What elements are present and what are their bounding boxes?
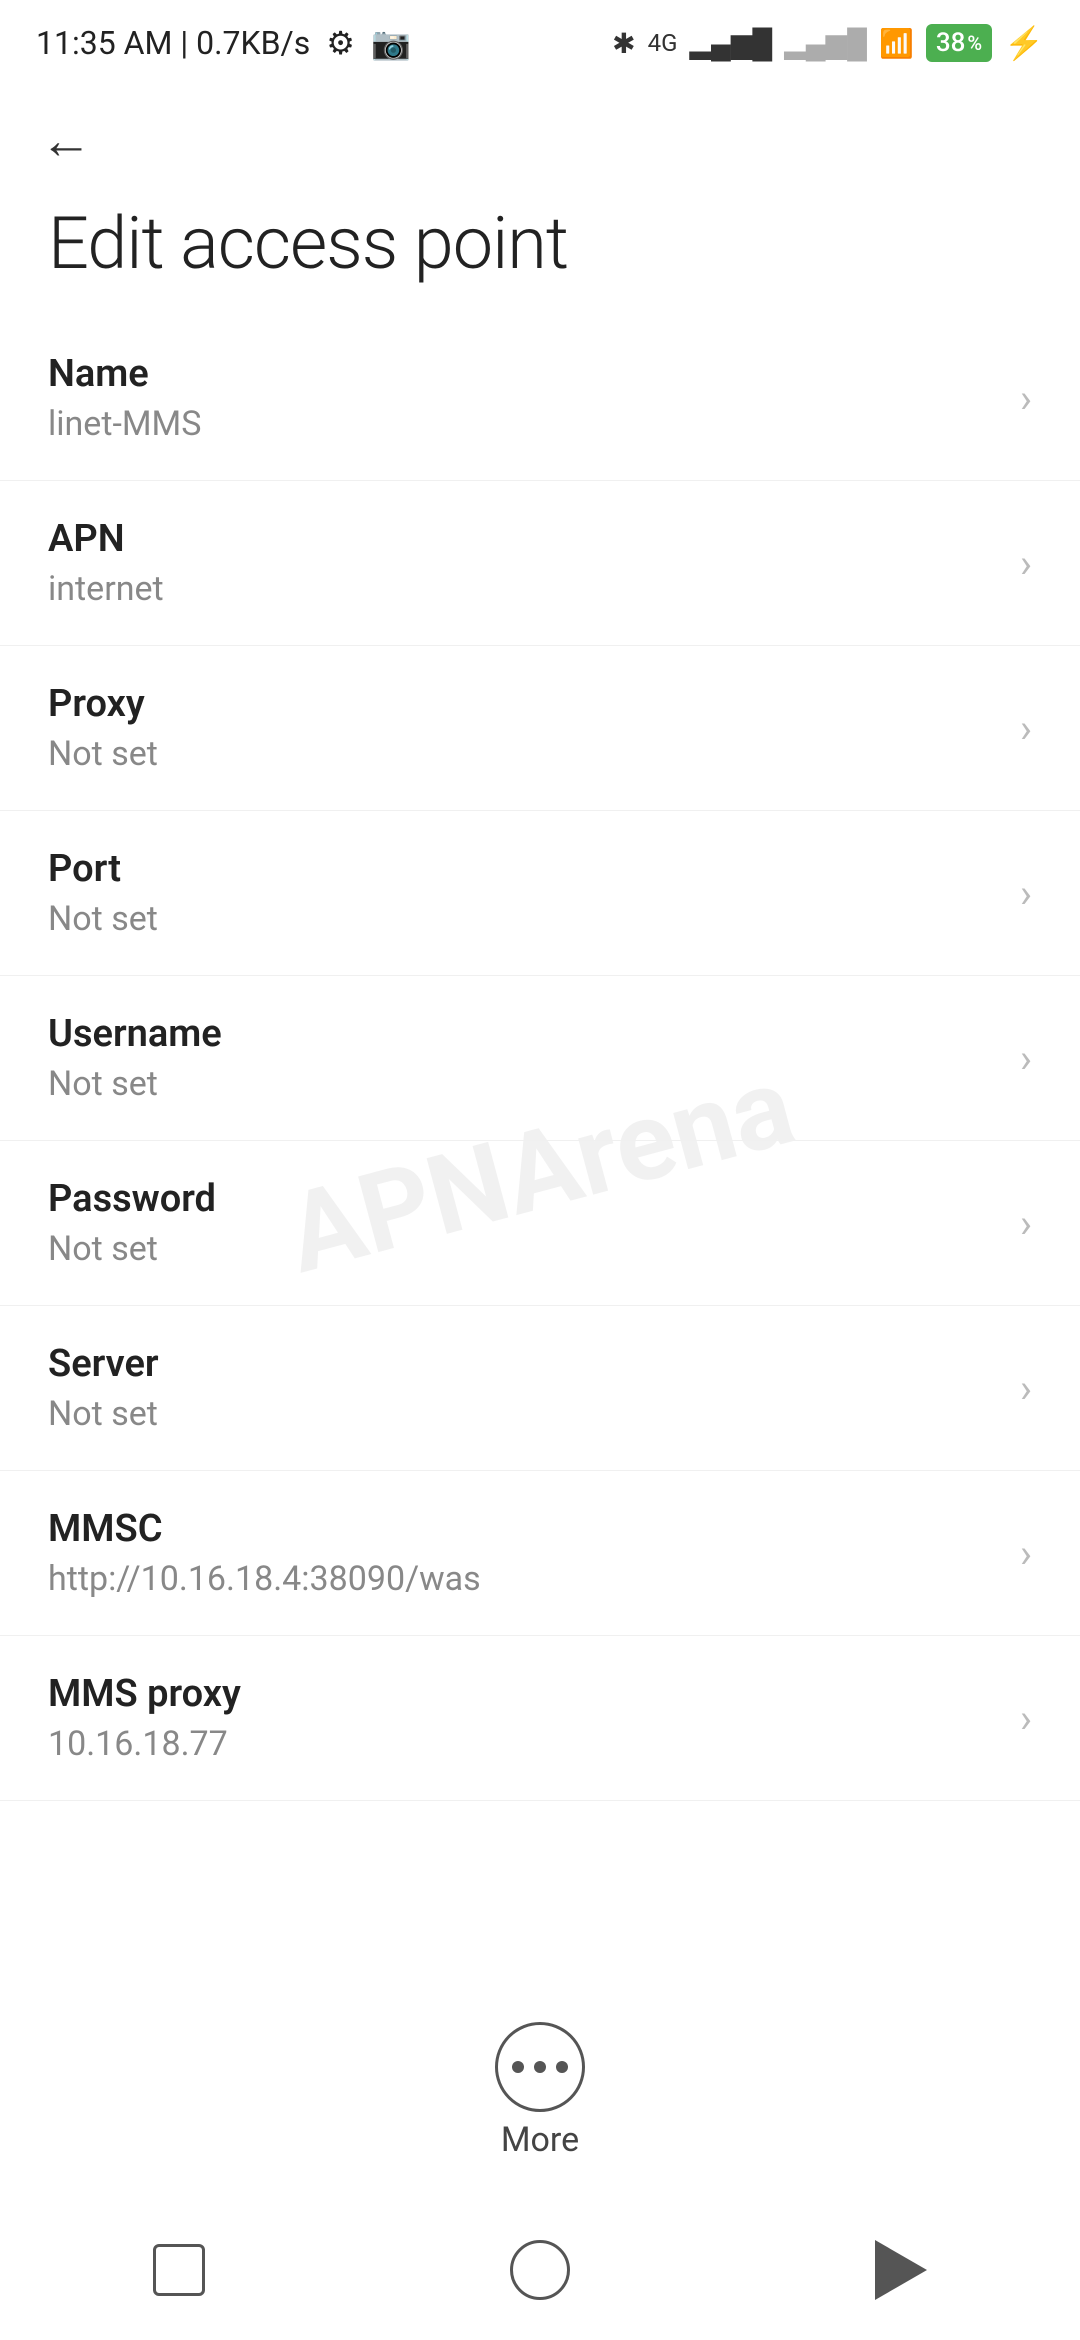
setting-value-username: Not set xyxy=(48,1064,222,1104)
more-dot-1 xyxy=(512,2061,524,2073)
signal-4g-icon: 4G xyxy=(648,29,678,57)
setting-item-mmsc[interactable]: MMSC http://10.16.18.4:38090/was › xyxy=(0,1471,1080,1636)
back-nav-button[interactable] xyxy=(855,2220,947,2320)
setting-value-proxy: Not set xyxy=(48,734,158,774)
more-dots xyxy=(512,2061,568,2073)
setting-value-apn: internet xyxy=(48,569,164,609)
setting-value-password: Not set xyxy=(48,1229,216,1269)
setting-item-password[interactable]: Password Not set › xyxy=(0,1141,1080,1306)
navigation-bar xyxy=(0,2200,1080,2340)
wifi-icon: 📶 xyxy=(879,27,914,60)
back-arrow-icon: ← xyxy=(40,110,92,171)
home-button[interactable] xyxy=(490,2220,590,2320)
setting-item-server[interactable]: Server Not set › xyxy=(0,1306,1080,1471)
home-icon xyxy=(510,2240,570,2300)
setting-label-username: Username xyxy=(48,1012,222,1056)
chevron-right-icon: › xyxy=(1020,540,1032,587)
setting-label-port: Port xyxy=(48,847,158,891)
setting-value-name: linet-MMS xyxy=(48,404,201,444)
signal-bars-icon: ▂▄▆█ xyxy=(689,27,772,60)
battery-indicator: 38 % xyxy=(926,24,992,62)
status-right: ✱ 4G ▂▄▆█ ▂▄▆█ 📶 38 % ⚡ xyxy=(612,24,1044,62)
battery-level: 38 xyxy=(936,28,966,58)
recent-apps-button[interactable] xyxy=(133,2224,225,2316)
setting-value-port: Not set xyxy=(48,899,158,939)
video-icon: 📷 xyxy=(371,24,411,62)
more-dot-2 xyxy=(534,2061,546,2073)
setting-value-server: Not set xyxy=(48,1394,159,1434)
back-button[interactable]: ← xyxy=(0,80,1080,181)
setting-label-mms-proxy: MMS proxy xyxy=(48,1672,241,1716)
charging-icon: ⚡ xyxy=(1004,24,1044,62)
more-dot-3 xyxy=(556,2061,568,2073)
status-left: 11:35 AM | 0.7KB/s ⚙ 📷 xyxy=(36,24,411,62)
setting-item-port[interactable]: Port Not set › xyxy=(0,811,1080,976)
bluetooth-icon: ✱ xyxy=(612,27,635,60)
chevron-right-icon: › xyxy=(1020,1530,1032,1577)
setting-label-server: Server xyxy=(48,1342,159,1386)
settings-list: Name linet-MMS › APN internet › Proxy No… xyxy=(0,316,1080,1801)
chevron-right-icon: › xyxy=(1020,1200,1032,1247)
setting-label-password: Password xyxy=(48,1177,216,1221)
signal-bars2-icon: ▂▄▆█ xyxy=(784,27,867,60)
status-bar: 11:35 AM | 0.7KB/s ⚙ 📷 ✱ 4G ▂▄▆█ ▂▄▆█ 📶 … xyxy=(0,0,1080,80)
setting-item-apn[interactable]: APN internet › xyxy=(0,481,1080,646)
back-nav-icon xyxy=(875,2240,927,2300)
recent-apps-icon xyxy=(153,2244,205,2296)
setting-item-proxy[interactable]: Proxy Not set › xyxy=(0,646,1080,811)
setting-label-proxy: Proxy xyxy=(48,682,158,726)
setting-label-apn: APN xyxy=(48,517,164,561)
time-display: 11:35 AM | 0.7KB/s xyxy=(36,24,310,62)
chevron-right-icon: › xyxy=(1020,1035,1032,1082)
settings-icon: ⚙ xyxy=(326,24,355,62)
chevron-right-icon: › xyxy=(1020,1695,1032,1742)
page-title: Edit access point xyxy=(0,181,1080,316)
setting-item-mms-proxy[interactable]: MMS proxy 10.16.18.77 › xyxy=(0,1636,1080,1801)
setting-item-name[interactable]: Name linet-MMS › xyxy=(0,316,1080,481)
more-label: More xyxy=(501,2120,579,2160)
more-circle-icon xyxy=(495,2022,585,2112)
chevron-right-icon: › xyxy=(1020,1365,1032,1412)
setting-item-username[interactable]: Username Not set › xyxy=(0,976,1080,1141)
more-button[interactable]: More xyxy=(455,2002,625,2180)
more-button-area: More xyxy=(0,2002,1080,2180)
chevron-right-icon: › xyxy=(1020,870,1032,917)
setting-value-mms-proxy: 10.16.18.77 xyxy=(48,1724,241,1764)
setting-value-mmsc: http://10.16.18.4:38090/was xyxy=(48,1559,481,1599)
setting-label-name: Name xyxy=(48,352,201,396)
chevron-right-icon: › xyxy=(1020,375,1032,422)
setting-label-mmsc: MMSC xyxy=(48,1507,481,1551)
chevron-right-icon: › xyxy=(1020,705,1032,752)
